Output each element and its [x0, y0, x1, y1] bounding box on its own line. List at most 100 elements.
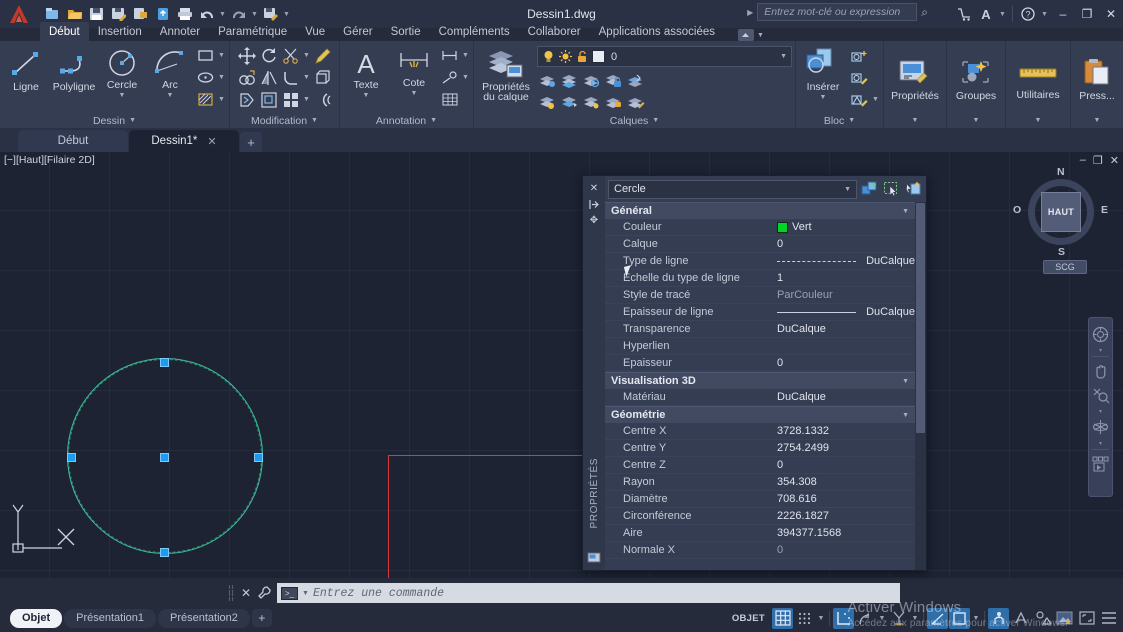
tool-rotation[interactable] — [258, 45, 279, 66]
customize-icon[interactable] — [257, 584, 273, 602]
circle-grip-right[interactable] — [254, 453, 263, 462]
properties-close-icon[interactable]: ✕ — [585, 180, 603, 196]
property-value-echelle-type-de-ligne[interactable]: 1 — [773, 272, 915, 284]
tool-etirer[interactable] — [236, 89, 257, 110]
panel-dessin-caret-icon[interactable]: ▼ — [129, 117, 136, 124]
quick-select-icon[interactable] — [904, 180, 923, 199]
ribbon-tab-collaborer[interactable]: Collaborer — [519, 22, 590, 41]
tool-proprietes-du-calque[interactable]: Propriétés du calque — [477, 45, 535, 102]
viewport-label[interactable]: [−][Haut][Filaire 2D] — [4, 154, 95, 166]
panel-calques-caret-icon[interactable]: ▼ — [652, 117, 659, 124]
tool-editer-attribut-caret-icon[interactable]: ▼ — [871, 89, 880, 110]
property-value-rayon[interactable]: 354.308 — [773, 476, 915, 488]
property-value-type-de-ligne[interactable]: DuCalque — [773, 255, 915, 267]
properties-panel-icon[interactable] — [585, 550, 603, 566]
panel-utilitaires-caret-icon[interactable]: ▼ — [1035, 117, 1042, 124]
properties-group-general[interactable]: Général ▼ — [605, 202, 915, 219]
layer-unlock-icon[interactable] — [576, 50, 588, 63]
object-snap-toggle[interactable] — [888, 608, 909, 629]
properties-object-type-dropdown[interactable]: Cercle ▼ — [608, 179, 857, 199]
tool-ligne[interactable]: Ligne — [3, 45, 49, 93]
tool-inserer-caret-icon[interactable]: ▼ — [820, 94, 827, 101]
showmotion-icon[interactable] — [1090, 453, 1111, 475]
panel-bloc-caret-icon[interactable]: ▼ — [848, 117, 855, 124]
clean-screen-icon[interactable] — [1076, 608, 1097, 629]
status-model-label[interactable]: OBJET — [726, 613, 771, 624]
tool-layer-freeze[interactable] — [559, 70, 580, 91]
annotation-scale-icon[interactable] — [1010, 608, 1031, 629]
viewport-restore-button[interactable]: ❐ — [1093, 154, 1103, 167]
properties-group-geometrie[interactable]: Géométrie ▼ — [605, 406, 915, 423]
panel-annotation-caret-icon[interactable]: ▼ — [430, 117, 437, 124]
panel-title-utilitaires[interactable]: ▼ — [1009, 113, 1067, 128]
tool-editer-pen[interactable] — [312, 45, 333, 66]
property-row-circonference[interactable]: Circonférence 2226.1827 — [605, 508, 915, 525]
panel-groupes-caret-icon[interactable]: ▼ — [973, 117, 980, 124]
panel-title-presse-papiers[interactable]: ▼ — [1074, 113, 1120, 128]
command-history-caret-icon[interactable]: ▼ — [302, 590, 309, 597]
ucs-selector-button[interactable]: SCG — [1043, 260, 1087, 274]
tool-copier[interactable] — [236, 67, 257, 88]
search-expand-caret-icon[interactable]: ▶ — [747, 8, 753, 17]
property-row-hyperlien[interactable]: Hyperlien — [605, 338, 915, 355]
property-value-aire[interactable]: 394377.1568 — [773, 527, 915, 539]
tool-editer-bloc[interactable] — [849, 67, 870, 88]
tool-decaler[interactable] — [312, 89, 333, 110]
property-row-couleur[interactable]: Couleur Vert — [605, 219, 915, 236]
tool-layer-match[interactable] — [559, 92, 580, 113]
tool-ligne-de-repere-caret-icon[interactable]: ▼ — [461, 67, 470, 88]
file-tab-add-button[interactable]: + — [240, 132, 262, 152]
properties-group-geometrie-caret-icon[interactable]: ▼ — [902, 412, 909, 419]
search-input[interactable]: Entrez mot-clé ou expression — [757, 3, 918, 21]
tool-raccord-caret-icon[interactable]: ▼ — [302, 67, 311, 88]
tool-inserer[interactable]: Insérer ▼ — [799, 45, 847, 101]
properties-object-type-caret-icon[interactable]: ▼ — [844, 186, 851, 193]
snap-mode-caret-icon[interactable]: ▼ — [816, 608, 826, 629]
command-prompt-icon[interactable]: >_ — [281, 586, 298, 600]
tool-layer-off[interactable] — [581, 70, 602, 91]
layout-tab-objet[interactable]: Objet — [10, 608, 63, 628]
tool-rectangle[interactable] — [195, 45, 216, 66]
property-value-materiau[interactable]: DuCalque — [773, 391, 915, 403]
polar-tracking-toggle[interactable] — [855, 608, 876, 629]
grid-display-toggle[interactable] — [772, 607, 793, 629]
tool-reseau[interactable] — [280, 89, 301, 110]
tool-tableau[interactable] — [439, 89, 460, 110]
ribbon-tab-parametrique[interactable]: Paramétrique — [209, 22, 296, 41]
layer-dropdown-caret-icon[interactable]: ▼ — [780, 53, 787, 60]
zoom-caret-icon[interactable]: ▾ — [1099, 408, 1102, 415]
steering-wheel-icon[interactable] — [1090, 323, 1111, 345]
property-row-style-de-trace[interactable]: Style de tracé ParCouleur — [605, 287, 915, 304]
tool-layer-state[interactable] — [537, 92, 558, 113]
tool-arc[interactable]: Arc ▼ — [147, 45, 193, 99]
tool-cercle[interactable]: Cercle ▼ — [99, 45, 145, 99]
properties-group-visualisation-3d-caret-icon[interactable]: ▼ — [902, 378, 909, 385]
property-value-centre-x[interactable]: 3728.1332 — [773, 425, 915, 437]
properties-scrollbar-thumb[interactable] — [916, 203, 925, 433]
panel-title-bloc[interactable]: Bloc ▼ — [799, 113, 880, 128]
property-value-diametre[interactable]: 708.616 — [773, 493, 915, 505]
select-objects-icon[interactable] — [882, 180, 901, 199]
property-value-transparence[interactable]: DuCalque — [773, 323, 915, 335]
view-cube-north-label[interactable]: N — [1057, 166, 1065, 178]
tool-ligne-de-repere[interactable] — [439, 67, 460, 88]
file-tab-dessin1[interactable]: Dessin1* ✕ — [129, 130, 239, 152]
tool-ajuster[interactable] — [280, 45, 301, 66]
ribbon-minimize-caret-icon[interactable]: ▼ — [757, 32, 764, 39]
tool-cote-caret-icon[interactable]: ▼ — [411, 90, 418, 97]
property-row-transparence[interactable]: Transparence DuCalque — [605, 321, 915, 338]
tool-ajuster-caret-icon[interactable]: ▼ — [302, 45, 311, 66]
object-snap-caret-icon[interactable]: ▼ — [910, 608, 920, 629]
panel-presse-caret-icon[interactable]: ▼ — [1094, 117, 1101, 124]
panel-modification-caret-icon[interactable]: ▼ — [311, 117, 318, 124]
view-cube-south-label[interactable]: S — [1058, 246, 1065, 258]
ribbon-tab-gerer[interactable]: Gérer — [334, 22, 381, 41]
view-cube-west-label[interactable]: O — [1013, 204, 1021, 216]
property-value-centre-y[interactable]: 2754.2499 — [773, 442, 915, 454]
property-row-materiau[interactable]: Matériau DuCalque — [605, 389, 915, 406]
panel-title-modification[interactable]: Modification ▼ — [236, 113, 333, 128]
tool-polyligne[interactable]: Polyligne — [51, 45, 97, 93]
layout-tab-presentation1[interactable]: Présentation1 — [64, 608, 157, 628]
tool-proprietes[interactable]: Propriétés — [887, 56, 943, 102]
hardware-acceleration-icon[interactable] — [1054, 608, 1075, 629]
